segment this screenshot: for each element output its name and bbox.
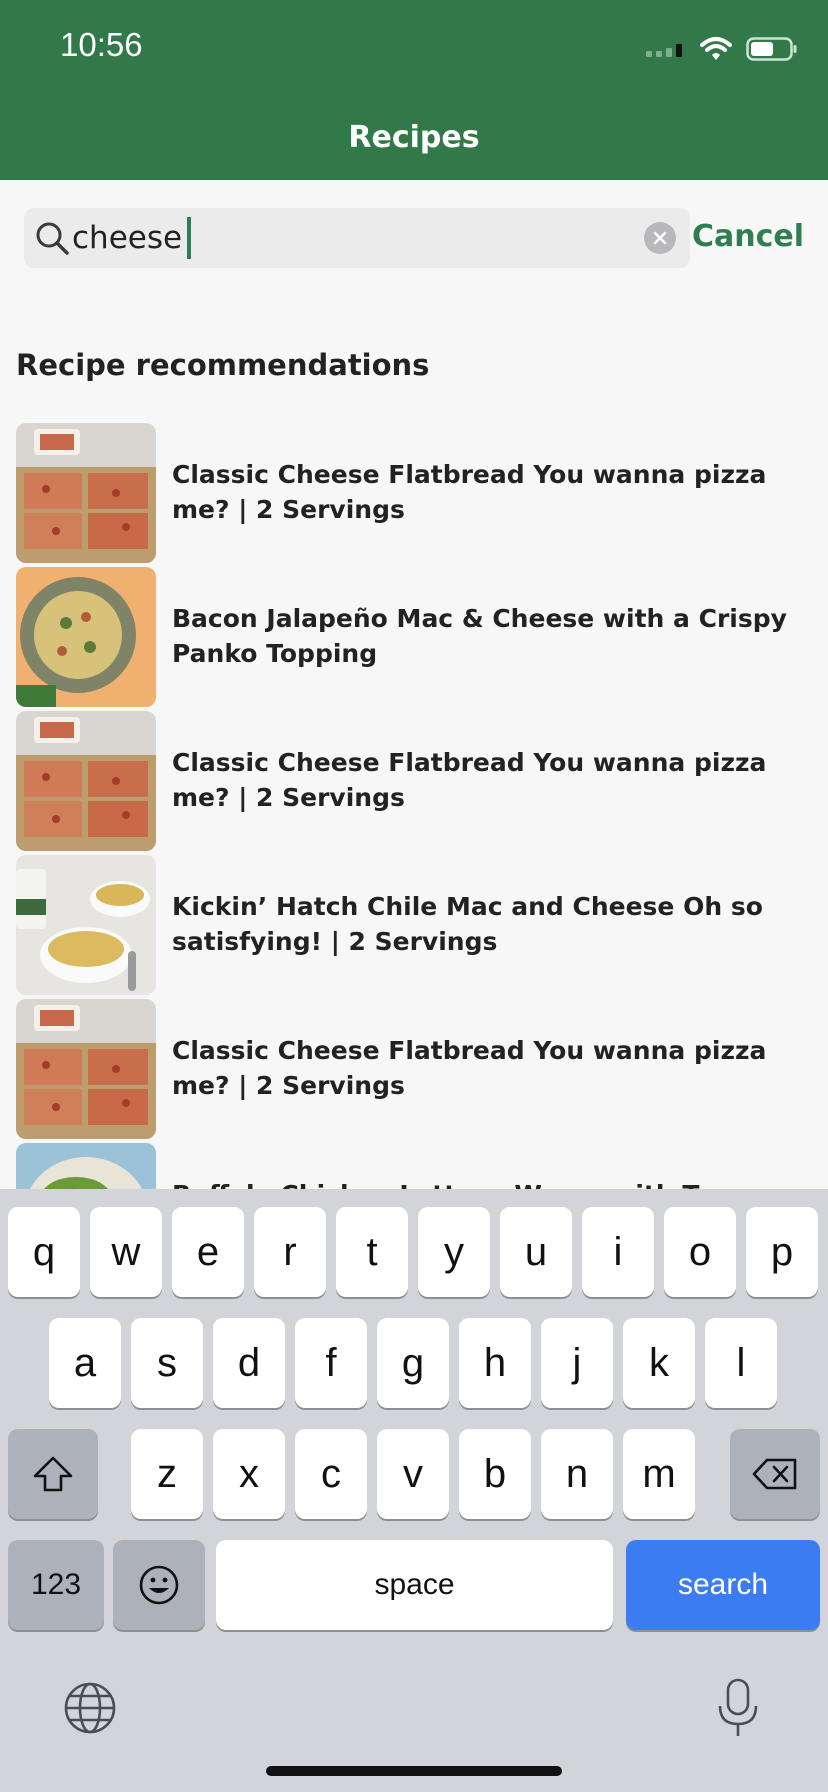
section-title: Recipe recommendations [16,348,430,382]
numbers-key[interactable]: 123 [8,1540,104,1630]
key-p[interactable]: p [746,1207,818,1297]
recipe-thumbnail [16,423,156,563]
key-q[interactable]: q [8,1207,80,1297]
search-key[interactable]: search [626,1540,820,1630]
key-l[interactable]: l [705,1318,777,1408]
clear-search-button[interactable] [644,222,676,254]
home-indicator [266,1766,562,1776]
search-icon [36,222,69,255]
list-item[interactable]: Buffalo Chicken Lettuce Wraps with Tangy… [0,1143,828,1189]
recipe-title: Classic Cheese Flatbread You wanna pizza… [172,748,767,812]
flatbread-image [16,999,156,1139]
cancel-button[interactable]: Cancel [692,219,804,254]
battery-icon [746,37,797,61]
key-d[interactable]: d [213,1318,285,1408]
flatbread-image [16,711,156,851]
space-key[interactable]: space [216,1540,613,1630]
key-g[interactable]: g [377,1318,449,1408]
key-n[interactable]: n [541,1429,613,1519]
emoji-key[interactable] [113,1540,205,1630]
key-y[interactable]: y [418,1207,490,1297]
close-icon [653,231,667,245]
key-a[interactable]: a [49,1318,121,1408]
shift-key[interactable] [8,1429,98,1519]
cellular-signal-icon [646,44,682,57]
key-e[interactable]: e [172,1207,244,1297]
recipe-title: Bacon Jalapeño Mac & Cheese with a Crisp… [172,604,787,668]
mac-cheese-plate-image [16,567,156,707]
recipe-title: Classic Cheese Flatbread You wanna pizza… [172,1036,767,1100]
recipe-thumbnail [16,711,156,851]
key-t[interactable]: t [336,1207,408,1297]
key-s[interactable]: s [131,1318,203,1408]
key-z[interactable]: z [131,1429,203,1519]
key-b[interactable]: b [459,1429,531,1519]
recipe-title: Kickin’ Hatch Chile Mac and Cheese Oh so… [172,892,763,956]
key-w[interactable]: w [90,1207,162,1297]
wifi-icon [700,37,732,60]
recipe-title: Classic Cheese Flatbread You wanna pizza… [172,460,767,524]
list-item[interactable]: Classic Cheese Flatbread You wanna pizza… [0,999,828,1143]
recipe-thumbnail [16,567,156,707]
onscreen-keyboard: q w e r t y u i o p a s d f g h j k l z … [0,1189,828,1792]
key-r[interactable]: r [254,1207,326,1297]
recipe-thumbnail [16,999,156,1139]
status-icons [646,34,798,64]
key-v[interactable]: v [377,1429,449,1519]
emoji-icon [139,1565,179,1605]
search-field[interactable] [24,208,690,268]
key-j[interactable]: j [541,1318,613,1408]
microphone-icon[interactable] [712,1676,764,1740]
recipe-list[interactable]: Classic Cheese Flatbread You wanna pizza… [0,423,828,1189]
text-cursor [187,217,191,259]
key-i[interactable]: i [582,1207,654,1297]
mac-cheese-bowls-image [16,855,156,995]
recipe-thumbnail [16,1143,156,1189]
list-item[interactable]: Kickin’ Hatch Chile Mac and Cheese Oh so… [0,855,828,999]
app-header: 10:56 Recipes [0,0,828,180]
recipe-thumbnail [16,855,156,995]
recipe-title: Buffalo Chicken Lettuce Wraps with Tangy… [172,1177,792,1189]
backspace-key[interactable] [730,1429,820,1519]
lettuce-wraps-image [16,1143,156,1189]
list-item[interactable]: Bacon Jalapeño Mac & Cheese with a Crisp… [0,567,828,711]
key-c[interactable]: c [295,1429,367,1519]
search-input[interactable] [72,212,632,264]
key-x[interactable]: x [213,1429,285,1519]
globe-icon[interactable] [62,1680,118,1736]
key-f[interactable]: f [295,1318,367,1408]
backspace-icon [752,1458,797,1490]
page-title: Recipes [348,120,480,155]
key-h[interactable]: h [459,1318,531,1408]
list-item[interactable]: Classic Cheese Flatbread You wanna pizza… [0,423,828,567]
key-m[interactable]: m [623,1429,695,1519]
key-o[interactable]: o [664,1207,736,1297]
key-k[interactable]: k [623,1318,695,1408]
list-item[interactable]: Classic Cheese Flatbread You wanna pizza… [0,711,828,855]
flatbread-image [16,423,156,563]
key-u[interactable]: u [500,1207,572,1297]
shift-arrow-icon [33,1456,73,1492]
status-time: 10:56 [60,26,143,63]
